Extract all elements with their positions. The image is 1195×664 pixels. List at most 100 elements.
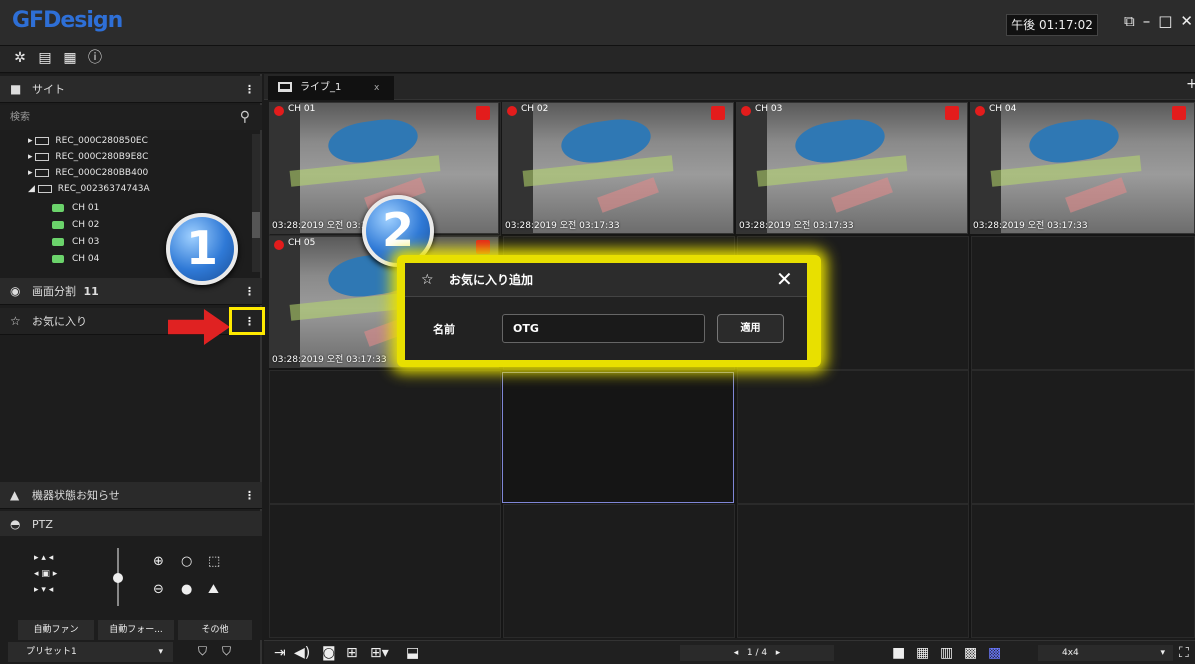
grid-cell[interactable] <box>269 370 501 504</box>
favorite-name-input[interactable] <box>502 314 705 343</box>
record-user-icon[interactable] <box>1172 106 1186 120</box>
close-icon[interactable]: ✕ <box>1180 12 1193 30</box>
iris-close-icon[interactable]: ● <box>181 582 192 597</box>
recorder-icon <box>35 168 50 177</box>
tab-live-1[interactable]: ライブ_1 x <box>268 76 394 100</box>
ptz-direction-pad[interactable]: ▸ ▴ ◂ ◂ ▣ ▸ ▸ ▾ ◂ <box>34 550 57 598</box>
folder-icon: ■ <box>10 82 22 96</box>
layout-16-icon[interactable]: ▩ <box>964 645 977 661</box>
selected-grid-cell[interactable] <box>502 372 734 503</box>
dialog-title: お気に入り追加 <box>449 273 534 287</box>
other-button[interactable]: その他 <box>178 620 252 640</box>
page-indicator: 1 / 4 <box>746 648 768 658</box>
auto-focus-button[interactable]: 自動フォー... <box>98 620 174 640</box>
record-user-icon[interactable] <box>476 106 490 120</box>
camera-feed-ch04[interactable]: CH 04 03:28:2019 오전 03:17:33 <box>970 102 1195 234</box>
clipboard-icon[interactable]: ▤ <box>37 50 53 66</box>
list-icon[interactable]: ▦ <box>62 50 78 66</box>
grid-cell[interactable] <box>971 236 1195 370</box>
zoom-in-icon[interactable]: ⊕ <box>153 554 164 569</box>
tab-bar: ライブ_1 x + <box>264 74 1195 100</box>
device-status-menu-icon[interactable]: ⋮ <box>244 482 255 509</box>
zoom-out-icon[interactable]: ⊖ <box>153 582 164 597</box>
preset-select[interactable]: プリセット1 ▾ <box>8 642 173 662</box>
layout-1-icon[interactable]: ■ <box>892 645 905 661</box>
split-panel-header[interactable]: ◉ 画面分割 11 ⋮ <box>0 278 262 305</box>
gear-icon[interactable]: ✲ <box>12 50 28 66</box>
ptz-slider-knob[interactable] <box>113 573 123 583</box>
add-tab-icon[interactable]: + <box>1186 76 1195 92</box>
record-indicator <box>507 106 517 116</box>
info-icon[interactable]: ⓘ <box>87 50 103 66</box>
site-menu-icon[interactable]: ⋮ <box>244 76 255 103</box>
channel-item[interactable]: CH 04 <box>52 252 99 266</box>
channel-item[interactable]: CH 02 <box>52 218 99 232</box>
focus-far-icon[interactable]: ⛰ <box>208 582 219 597</box>
restore-icon[interactable]: ⧉ <box>1124 12 1135 30</box>
recorder-icon <box>35 152 50 161</box>
recorder-icon <box>35 136 50 145</box>
split-title: 画面分割 <box>32 285 76 298</box>
camera-feed-ch02[interactable]: CH 02 03:28:2019 오전 03:17:33 <box>502 102 734 234</box>
scrollbar-thumb[interactable] <box>252 212 260 238</box>
layout-9-icon[interactable]: ▥ <box>940 645 953 661</box>
channel-label: CH 03 <box>755 104 783 114</box>
next-page-icon[interactable]: ▸ <box>776 648 781 658</box>
minimize-icon[interactable]: – <box>1143 12 1151 30</box>
record-indicator <box>975 106 985 116</box>
preset-manage-icon[interactable]: ⛉ <box>222 644 231 659</box>
highlight-box <box>229 307 265 335</box>
layout-4-icon[interactable]: ▦ <box>916 645 929 661</box>
device-search[interactable]: 検索 ⚲ <box>0 105 262 130</box>
device-item[interactable]: ▸ REC_000C280850EC <box>28 134 148 148</box>
layout-custom-icon[interactable]: ▩ <box>988 645 1001 661</box>
camera-feed-ch03[interactable]: CH 03 03:28:2019 오전 03:17:33 <box>736 102 968 234</box>
page-navigator[interactable]: ◂ 1 / 4 ▸ <box>680 645 834 661</box>
tree-scrollbar[interactable] <box>252 134 260 272</box>
grid-cell[interactable] <box>269 504 501 638</box>
callout-step-1: 1 <box>166 213 238 285</box>
channel-label: CH 05 <box>288 238 316 248</box>
auto-fan-button[interactable]: 自動ファン <box>18 620 94 640</box>
maximize-icon[interactable]: □ <box>1158 12 1172 30</box>
exit-icon[interactable]: ⇥ <box>274 645 286 661</box>
record-user-icon[interactable] <box>476 240 490 254</box>
focus-near-icon[interactable]: ⬚ <box>208 554 220 569</box>
record-user-icon[interactable] <box>711 106 725 120</box>
record-user-icon[interactable] <box>945 106 959 120</box>
grid-cell[interactable] <box>503 504 735 638</box>
grid-add-icon[interactable]: ⊞ <box>346 645 358 661</box>
grid-cell[interactable] <box>737 504 969 638</box>
apply-button[interactable]: 適用 <box>717 314 784 343</box>
search-icon[interactable]: ⚲ <box>240 105 250 130</box>
channel-item[interactable]: CH 03 <box>52 235 99 249</box>
device-item[interactable]: ▸ REC_000C280BB400 <box>28 166 148 180</box>
grid-cell[interactable] <box>971 504 1195 638</box>
recorder-icon <box>37 184 52 193</box>
device-item[interactable]: ▸ REC_000C280B9E8C <box>28 150 148 164</box>
split-menu-icon[interactable]: ⋮ <box>244 278 255 305</box>
ptz-header[interactable]: ◓ PTZ <box>0 511 262 538</box>
device-status-header[interactable]: ▲ 機器状態お知らせ ⋮ <box>0 482 262 509</box>
channel-label: CH 02 <box>521 104 549 114</box>
grid-select-icon[interactable]: ⊞▾ <box>370 645 389 661</box>
grid-cell[interactable] <box>971 370 1195 504</box>
device-item[interactable]: ◢ REC_00236374743A <box>28 182 150 196</box>
iris-open-icon[interactable]: ○ <box>181 554 192 569</box>
site-panel-header[interactable]: ■ サイト ⋮ <box>0 76 262 103</box>
speaker-icon[interactable]: ◀) <box>294 645 310 661</box>
channel-item[interactable]: CH 01 <box>52 201 99 215</box>
fullscreen-icon[interactable]: ⛶ <box>1179 645 1189 661</box>
bottom-toolbar: ⇥ ◀) ◙ ⊞ ⊞▾ ⬓ ◂ 1 / 4 ▸ ■ ▦ ▥ ▩ ▩ 4x4 ▾ … <box>264 640 1195 664</box>
snapshot-icon[interactable]: ◙ <box>322 645 336 661</box>
site-title: サイト <box>32 83 65 96</box>
app-logo: GFDesign <box>12 8 123 33</box>
prev-page-icon[interactable]: ◂ <box>734 648 739 658</box>
export-icon[interactable]: ⬓ <box>406 645 419 661</box>
grid-cell[interactable] <box>737 370 969 504</box>
layout-select[interactable]: 4x4 ▾ <box>1038 645 1173 661</box>
dialog-close-icon[interactable]: ✕ <box>776 267 793 291</box>
preset-save-icon[interactable]: ⛉ <box>198 644 207 659</box>
tab-close-icon[interactable]: x <box>374 76 379 100</box>
preset-value: プリセット1 <box>26 647 77 657</box>
